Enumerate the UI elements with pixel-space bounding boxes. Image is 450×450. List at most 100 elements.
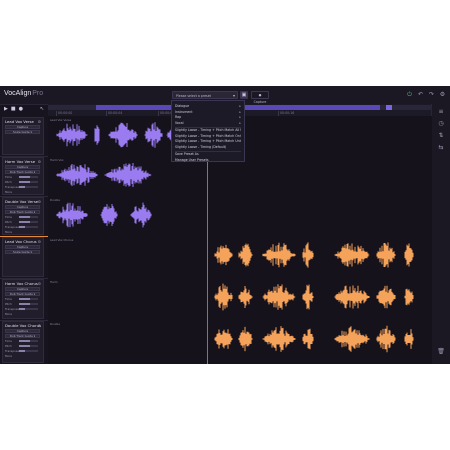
param-slider[interactable] bbox=[19, 350, 38, 352]
waveform-segment[interactable] bbox=[334, 326, 370, 352]
waveform-canvas[interactable]: Lead Vox Chorus bbox=[48, 236, 432, 278]
waveform-segment[interactable] bbox=[214, 244, 233, 266]
capture-mode-button[interactable]: Capture bbox=[5, 205, 40, 209]
cursor-tool-icon[interactable]: ↖ bbox=[40, 106, 44, 112]
param-slider[interactable] bbox=[19, 181, 38, 183]
capture-mode-button[interactable]: Capture bbox=[5, 329, 40, 333]
track-name[interactable]: Lead Vox Verse bbox=[5, 119, 34, 124]
param-slider[interactable] bbox=[19, 186, 38, 188]
waveform-segment[interactable] bbox=[376, 242, 396, 268]
param-slider[interactable] bbox=[19, 176, 38, 178]
trash-icon[interactable]: 🗑 bbox=[437, 348, 445, 356]
param-transpose[interactable]: Transpose bbox=[5, 185, 40, 189]
waveform-segment[interactable] bbox=[302, 284, 314, 310]
waveform-segment[interactable] bbox=[302, 242, 314, 268]
split-icon[interactable]: ⇆ bbox=[437, 144, 445, 152]
guide-select[interactable]: Dub Track Guide ▾ bbox=[5, 210, 40, 214]
capture-mode-button[interactable]: Capture bbox=[5, 165, 40, 169]
waveform-segment[interactable] bbox=[56, 123, 88, 147]
waveform-segment[interactable] bbox=[104, 163, 152, 187]
capture-mode-button[interactable]: Capture bbox=[5, 287, 40, 291]
param-more[interactable]: More bbox=[5, 190, 40, 194]
align-icon[interactable]: ⇅ bbox=[437, 132, 445, 140]
waveform-segment[interactable] bbox=[334, 285, 370, 309]
param-slider[interactable] bbox=[19, 308, 38, 310]
param-slider[interactable] bbox=[19, 226, 38, 228]
param-more[interactable]: More bbox=[5, 354, 40, 358]
param-pitch[interactable]: Pitch bbox=[5, 302, 40, 306]
track-settings-icon[interactable]: ⚙ bbox=[38, 281, 41, 286]
param-slider[interactable] bbox=[19, 216, 38, 218]
record-icon[interactable]: ● bbox=[19, 106, 23, 112]
waveform-segment[interactable] bbox=[214, 329, 233, 349]
preset-menu-item[interactable]: Manage User Presets bbox=[175, 158, 241, 163]
waveform-canvas[interactable]: Double bbox=[48, 320, 432, 364]
waveform-segment[interactable] bbox=[376, 285, 396, 309]
param-slider[interactable] bbox=[19, 303, 38, 305]
waveform-segment[interactable] bbox=[94, 125, 100, 145]
preset-menu-item[interactable]: Slightly Loose - Timing + Pitch Match Al… bbox=[175, 128, 241, 133]
waveform-segment[interactable] bbox=[238, 286, 253, 308]
waveform-segment[interactable] bbox=[404, 288, 414, 306]
param-transpose[interactable]: Transpose bbox=[5, 307, 40, 311]
waveform-segment[interactable] bbox=[376, 325, 396, 353]
waveform-segment[interactable] bbox=[302, 328, 314, 350]
param-slider[interactable] bbox=[19, 340, 38, 342]
waveform[interactable] bbox=[48, 199, 432, 235]
waveform-segment[interactable] bbox=[108, 122, 138, 148]
settings-icon[interactable]: ⚙ bbox=[439, 91, 446, 98]
guide-select[interactable]: Dub Track Guide ▾ bbox=[5, 170, 40, 174]
param-pitch[interactable]: Pitch bbox=[5, 344, 40, 348]
preset-selector[interactable]: Please select a preset ▾ bbox=[172, 91, 238, 99]
param-transpose[interactable]: Transpose bbox=[5, 225, 40, 229]
redo-icon[interactable]: ↷ bbox=[428, 91, 435, 98]
waveform-segment[interactable] bbox=[404, 243, 414, 267]
track-name[interactable]: Double Vox Verse bbox=[5, 199, 38, 204]
preset-menu-item[interactable]: Rap ▸ bbox=[175, 115, 241, 120]
undo-icon[interactable]: ↶ bbox=[417, 91, 424, 98]
param-pitch[interactable]: Pitch bbox=[5, 180, 40, 184]
waveform-canvas[interactable]: Double bbox=[48, 196, 432, 236]
param-more[interactable]: More bbox=[5, 230, 40, 234]
track-settings-icon[interactable]: ⚙ bbox=[38, 323, 41, 328]
guide-select[interactable]: Dub Track Guide ▾ bbox=[5, 292, 40, 296]
save-preset-button[interactable]: ▣ bbox=[240, 91, 248, 99]
waveform-segment[interactable] bbox=[238, 243, 253, 267]
preset-menu-item[interactable]: Slightly Loose - Timing (Default) bbox=[175, 145, 241, 150]
waveform-segment[interactable] bbox=[144, 122, 163, 148]
waveform-segment[interactable] bbox=[262, 242, 296, 268]
param-pitch[interactable]: Pitch bbox=[5, 220, 40, 224]
waveform-segment[interactable] bbox=[56, 164, 98, 186]
capture-mode-button[interactable]: Capture bbox=[5, 245, 40, 249]
param-timing[interactable]: Time bbox=[5, 215, 40, 219]
param-timing[interactable]: Time bbox=[5, 175, 40, 179]
capture-button[interactable]: ● Capture bbox=[251, 91, 269, 104]
waveform-canvas[interactable]: Harm bbox=[48, 278, 432, 320]
guide-select[interactable]: Dub Track Guide ▾ bbox=[5, 334, 40, 338]
track-settings-icon[interactable]: ⚙ bbox=[38, 199, 41, 204]
param-timing[interactable]: Time bbox=[5, 339, 40, 343]
stop-icon[interactable]: ■ bbox=[11, 106, 16, 112]
param-timing[interactable]: Time bbox=[5, 297, 40, 301]
waveform-segment[interactable] bbox=[214, 283, 233, 311]
waveform[interactable] bbox=[48, 159, 432, 195]
preset-menu-item[interactable]: Dialogue ▸ bbox=[175, 104, 241, 109]
track-name[interactable]: Harm Vox Verse bbox=[5, 159, 35, 164]
waveform-segment[interactable] bbox=[262, 284, 296, 310]
clock-icon[interactable]: ◷ bbox=[437, 120, 445, 128]
param-transpose[interactable]: Transpose bbox=[5, 349, 40, 353]
waveform-segment[interactable] bbox=[334, 243, 370, 267]
waveform-segment[interactable] bbox=[56, 202, 88, 228]
waveform[interactable] bbox=[48, 281, 432, 317]
param-more[interactable]: More bbox=[5, 312, 40, 316]
waveform-segment[interactable] bbox=[130, 202, 152, 228]
preset-menu-item[interactable]: Slightly Loose - Timing + Pitch Match Un… bbox=[175, 139, 241, 144]
waveform-segment[interactable] bbox=[262, 326, 296, 352]
waveform[interactable] bbox=[48, 239, 432, 275]
preset-menu-item[interactable]: Save Preset As bbox=[175, 152, 241, 157]
guide-select[interactable]: Scale Guide ▾ bbox=[5, 130, 40, 134]
track-settings-icon[interactable]: ⚙ bbox=[38, 119, 41, 124]
capture-mode-button[interactable]: Capture bbox=[5, 125, 40, 129]
track-settings-icon[interactable]: ⚙ bbox=[38, 239, 41, 244]
waveform-segment[interactable] bbox=[238, 326, 253, 352]
